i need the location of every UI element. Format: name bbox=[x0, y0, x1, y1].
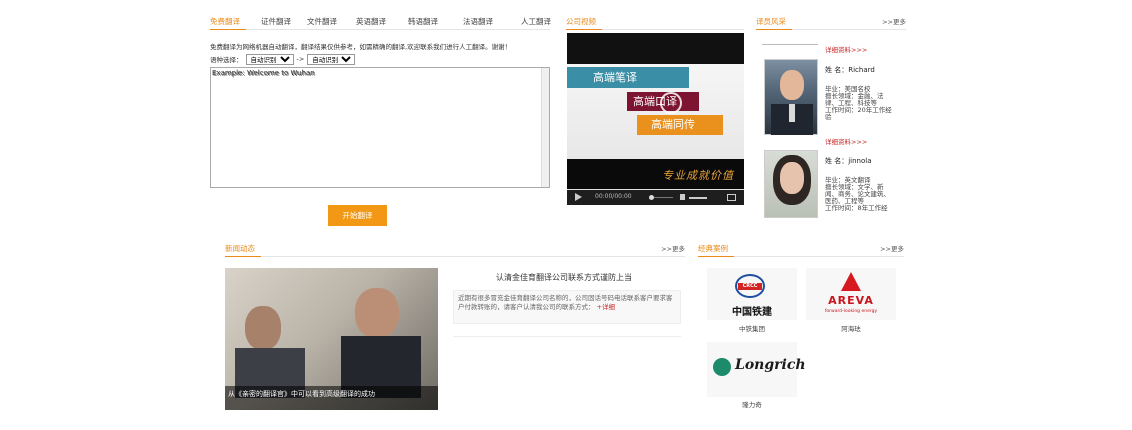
calligraphy-text: 专业成就价值 bbox=[662, 169, 734, 182]
longrich-emblem-icon bbox=[713, 358, 731, 376]
profile-info-richard: 姓 名：Richard 毕业：美国名校 擅长领域：金融、法 律、工程、科技等 工… bbox=[825, 67, 903, 121]
volume-slider[interactable] bbox=[689, 197, 707, 199]
profile-divider bbox=[762, 44, 818, 45]
profile-info-jinnola: 姓 名：jinnola 毕业：英文翻译 擅长领域：文学、新 闻、商务、论文建筑、… bbox=[825, 158, 903, 212]
profile-detail-link[interactable]: 详细资料>>> bbox=[825, 44, 867, 54]
crcc-emblem: CRCC bbox=[735, 274, 765, 298]
start-translate-button[interactable]: 开始翻译 bbox=[328, 205, 387, 226]
tab-french-translate[interactable]: 法语翻译 bbox=[463, 16, 493, 27]
profile-photo-richard bbox=[764, 59, 818, 135]
tab-free-translate[interactable]: 免费翻译 bbox=[210, 16, 240, 27]
news-divider bbox=[453, 336, 681, 337]
news-section-title: 新闻动态 bbox=[225, 244, 255, 253]
case-caption-areva: 阿海珐 bbox=[841, 325, 861, 333]
video-player[interactable]: 高端笔译 高端口译 高端同传 专业成就价值 00:00/00:00 bbox=[567, 33, 744, 205]
video-section-header: 公司视频 bbox=[566, 14, 744, 30]
case-logo-crcc[interactable]: CRCC 中国铁建 bbox=[707, 268, 797, 320]
areva-triangle-icon bbox=[841, 272, 861, 291]
video-section-title: 公司视频 bbox=[566, 17, 596, 26]
news-title-underline bbox=[225, 256, 261, 257]
profile-name: 姓 名：Richard bbox=[825, 66, 875, 74]
target-language-select[interactable]: 自动识别 bbox=[307, 53, 356, 65]
banner-written-translation: 高端笔译 bbox=[567, 67, 689, 88]
fullscreen-icon[interactable] bbox=[727, 194, 736, 201]
language-select-row: 语种选择： 自动识别 -> 自动识别 bbox=[210, 53, 356, 65]
profiles-title-underline bbox=[756, 29, 792, 30]
person-left-head bbox=[245, 306, 281, 350]
video-progress-thumb[interactable] bbox=[649, 195, 654, 200]
language-arrow: -> bbox=[296, 55, 305, 63]
news-summary: 近期有很多冒充金佳育翻译公司名称的，公司固话号码电话联系客户要求客户付款转账的，… bbox=[458, 294, 673, 311]
video-calligraphy-strip: 专业成就价值 bbox=[567, 159, 744, 189]
tab-korean-translate[interactable]: 韩语翻译 bbox=[408, 16, 438, 27]
crcc-logo-text: 中国铁建 bbox=[732, 307, 772, 318]
cases-title-underline bbox=[698, 256, 734, 257]
news-caption: 从《亲密的翻译官》中可以看到高级翻译的成功 bbox=[228, 390, 375, 398]
play-overlay-icon[interactable] bbox=[660, 92, 682, 114]
profile-photo-jinnola bbox=[764, 150, 818, 218]
tab-human-translate[interactable]: 人工翻译 bbox=[521, 16, 551, 27]
case-logo-longrich[interactable]: Longrich bbox=[707, 342, 806, 397]
face-shape bbox=[780, 70, 804, 100]
news-more-link[interactable]: >>更多 bbox=[661, 243, 685, 253]
source-language-select[interactable]: 自动识别 bbox=[245, 53, 294, 65]
news-section-header: 新闻动态 >>更多 bbox=[225, 241, 685, 257]
translate-input[interactable] bbox=[210, 67, 550, 188]
news-summary-box: 近期有很多冒充金佳育翻译公司名称的，公司固话号码电话联系客户要求客户付款转账的，… bbox=[453, 290, 681, 324]
volume-icon[interactable] bbox=[680, 194, 685, 200]
textarea-scrollbar[interactable] bbox=[541, 68, 549, 187]
translate-notice: 免费翻译为网络机器自动翻译，翻译结果仅供参考，如需精确的翻译,欢迎联系我们进行人… bbox=[210, 43, 512, 51]
news-image[interactable]: 从《亲密的翻译官》中可以看到高级翻译的成功 bbox=[225, 268, 438, 410]
tab-english-translate[interactable]: 英语翻译 bbox=[356, 16, 386, 27]
case-caption-longrich: 隆力奇 bbox=[742, 401, 762, 409]
news-detail-link[interactable]: +详细 bbox=[597, 303, 615, 311]
news-headline[interactable]: 认清金佳育翻译公司联系方式谨防上当 bbox=[496, 272, 632, 283]
case-caption-crcc: 中铁集团 bbox=[739, 325, 765, 333]
longrich-logo-text: Longrich bbox=[735, 357, 806, 373]
face-shape bbox=[780, 162, 804, 194]
areva-tagline: forward-looking energy bbox=[824, 309, 878, 314]
video-controls: 00:00/00:00 bbox=[567, 190, 744, 205]
tab-certificate-translate[interactable]: 证件翻译 bbox=[261, 16, 291, 27]
translate-tabs: 免费翻译 证件翻译 文件翻译 英语翻译 韩语翻译 法语翻译 人工翻译 bbox=[210, 14, 551, 30]
news-caption-bar: 从《亲密的翻译官》中可以看到高级翻译的成功 bbox=[225, 386, 438, 410]
shirt-shape bbox=[789, 104, 795, 122]
video-time: 00:00/00:00 bbox=[595, 193, 632, 200]
active-tab-underline bbox=[210, 29, 246, 30]
profile-name: 姓 名：jinnola bbox=[825, 157, 872, 165]
crcc-badge: CRCC bbox=[738, 283, 762, 290]
cases-section-title: 经典案例 bbox=[698, 244, 728, 253]
language-select-label: 语种选择： bbox=[210, 56, 243, 64]
play-icon[interactable] bbox=[575, 193, 582, 201]
cases-more-link[interactable]: >>更多 bbox=[880, 243, 904, 253]
banner-simultaneous: 高端同传 bbox=[637, 115, 723, 135]
profiles-more-link[interactable]: >>更多 bbox=[882, 16, 906, 26]
video-title-underline bbox=[566, 29, 602, 30]
profiles-section-title: 译员风采 bbox=[756, 17, 786, 26]
areva-logo-text: AREVA bbox=[828, 294, 874, 307]
cases-section-header: 经典案例 >>更多 bbox=[698, 241, 904, 257]
video-progress-track[interactable] bbox=[651, 197, 673, 198]
profile-line: 工作时间：20年工作经 bbox=[825, 106, 892, 114]
tab-document-translate[interactable]: 文件翻译 bbox=[307, 16, 337, 27]
profile-detail-link[interactable]: 详细资料>>> bbox=[825, 136, 867, 146]
person-right-head bbox=[355, 288, 399, 338]
profile-line: 工作时间：8年工作经 bbox=[825, 204, 888, 212]
profiles-section-header: 译员风采 >>更多 bbox=[756, 14, 906, 30]
case-logo-areva[interactable]: AREVA forward-looking energy bbox=[806, 268, 896, 320]
profile-line: 验 bbox=[825, 113, 832, 121]
